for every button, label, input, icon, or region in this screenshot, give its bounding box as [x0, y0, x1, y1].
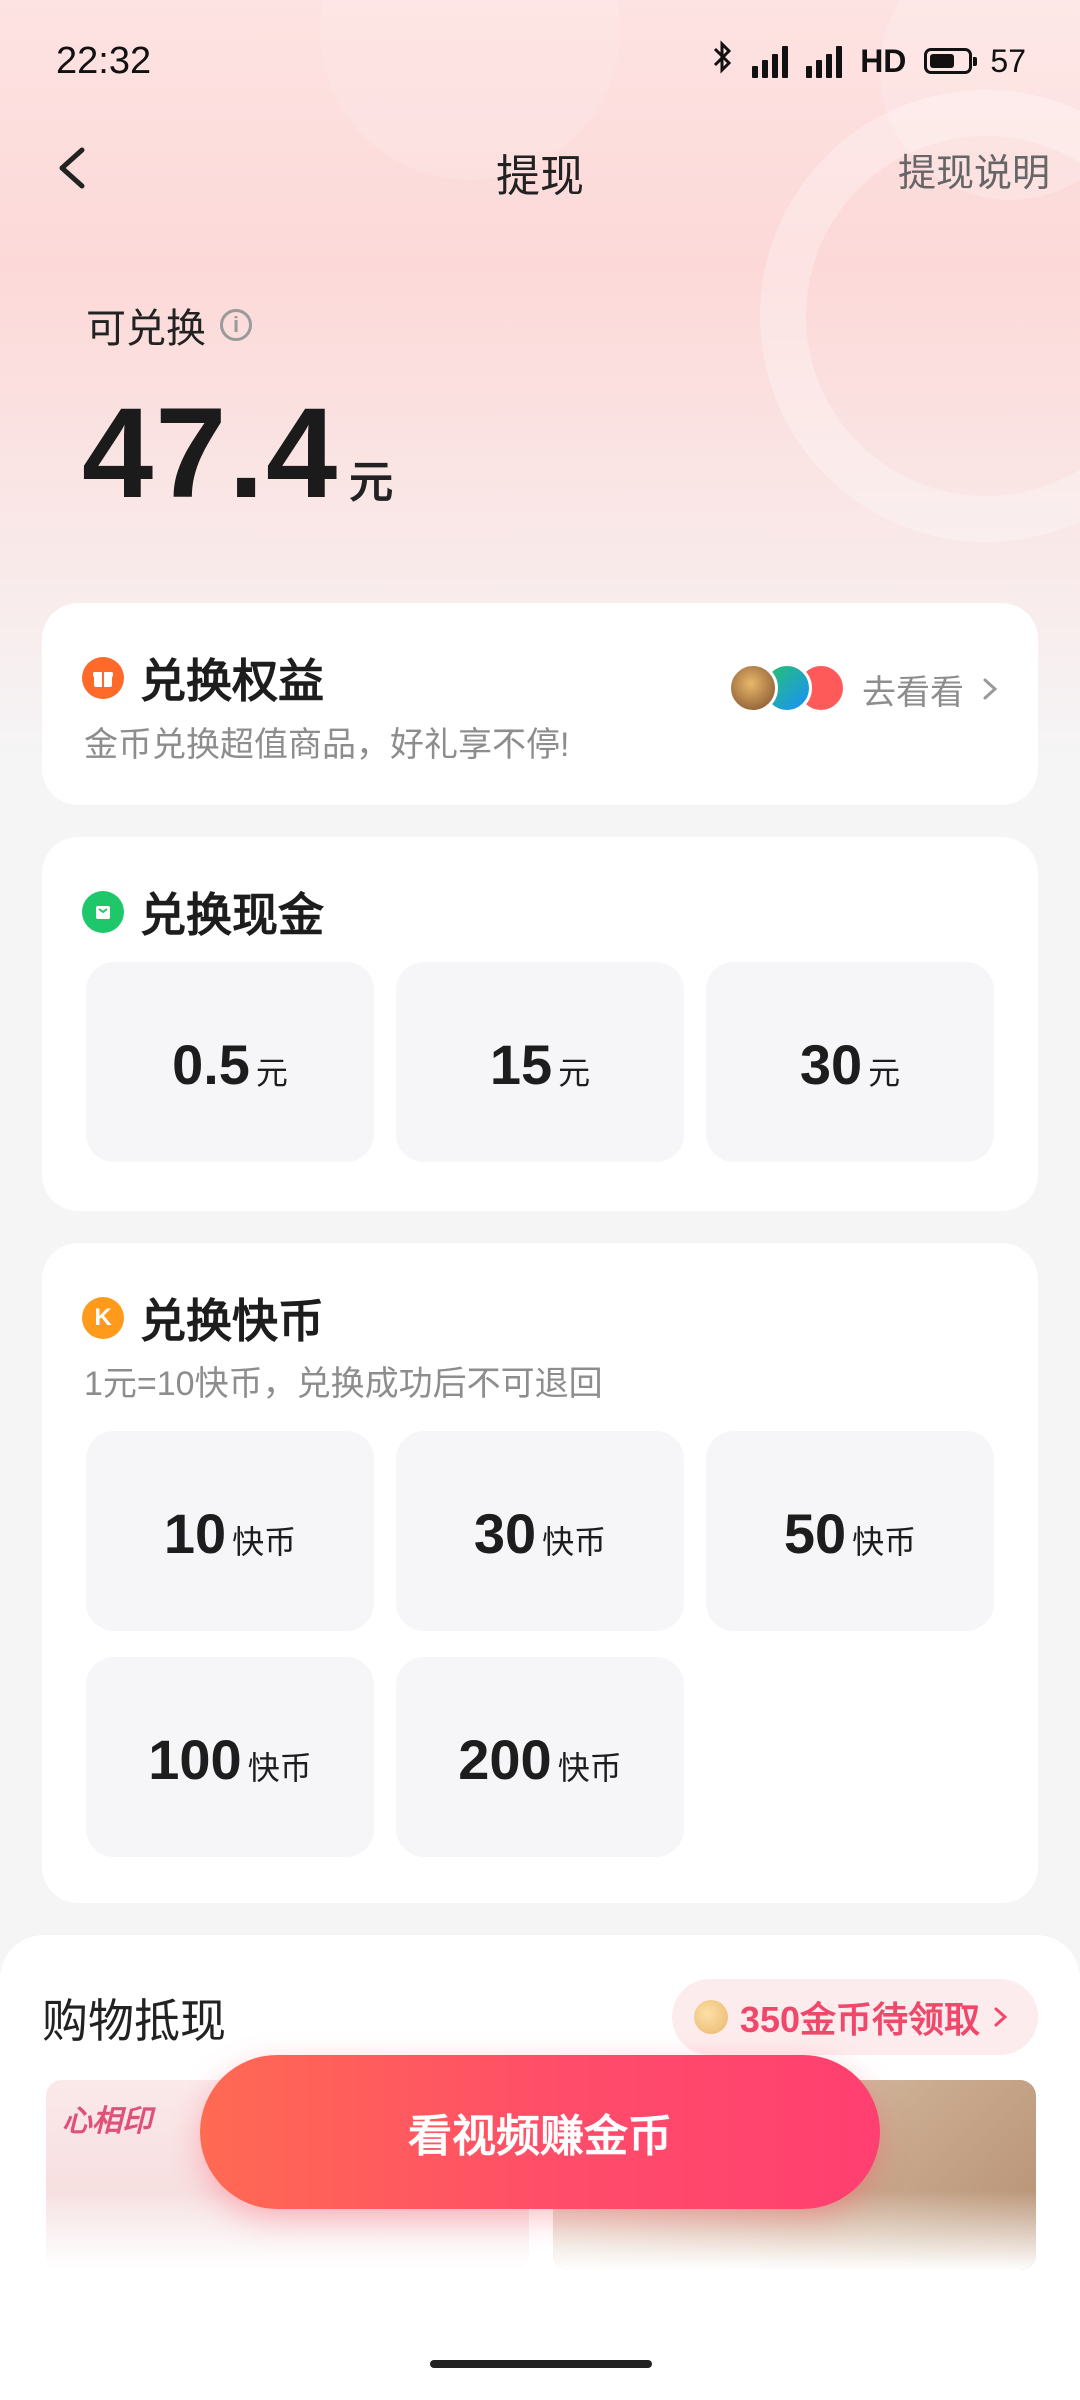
option-value: 100 — [148, 1728, 242, 1791]
cash-card: 兑换现金 0.5 元 15 元 30 元 — [42, 837, 1038, 1211]
signal-5g-icon — [752, 44, 789, 78]
balance-label-row: 可兑换 i — [86, 296, 252, 354]
kuaibi-option-30[interactable]: 30 快币 — [396, 1431, 684, 1631]
benefits-link[interactable]: 去看看 — [728, 663, 1000, 715]
coin-icon — [693, 2000, 728, 2034]
battery-icon — [924, 48, 978, 74]
option-unit: 快币 — [542, 1524, 607, 1560]
status-icons: HD 57 — [712, 40, 1026, 82]
bluetooth-icon — [712, 40, 734, 82]
brand-logo: 心相印 — [62, 2105, 152, 2138]
cash-title-row: 兑换现金 — [82, 879, 324, 945]
shopping-title: 购物抵现 — [42, 1995, 226, 2047]
game-avatar — [728, 663, 778, 713]
chevron-right-icon — [983, 678, 998, 700]
option-unit: 元 — [558, 1055, 591, 1091]
cash-option-15[interactable]: 15 元 — [396, 962, 684, 1162]
hd-label: HD — [860, 42, 907, 79]
kuaibi-option-50[interactable]: 50 快币 — [706, 1431, 994, 1631]
option-unit: 快币 — [557, 1750, 622, 1786]
option-value: 30 — [473, 1502, 537, 1565]
pending-coins-label: 350金币待领取 — [739, 1999, 980, 2040]
kuaibi-title: 兑换快币 — [140, 1295, 324, 1347]
option-unit: 快币 — [852, 1524, 917, 1560]
balance-label: 可兑换 — [86, 307, 206, 351]
option-value: 30 — [799, 1033, 863, 1096]
battery-level: 57 — [990, 42, 1026, 79]
pending-coins-button[interactable]: 350金币待领取 — [671, 1979, 1038, 2055]
benefits-link-label: 去看看 — [862, 673, 964, 712]
option-unit: 快币 — [232, 1524, 297, 1560]
home-indicator[interactable] — [430, 2360, 652, 2368]
option-value: 200 — [458, 1728, 552, 1791]
cash-option-30[interactable]: 30 元 — [706, 962, 994, 1162]
option-value: 15 — [489, 1033, 553, 1096]
kuaibi-subtitle: 1元=10快币，兑换成功后不可退回 — [84, 1365, 603, 1403]
kuaibi-option-200[interactable]: 200 快币 — [396, 1657, 684, 1857]
balance-unit: 元 — [349, 458, 394, 507]
signal-5g-secondary-icon — [806, 44, 843, 78]
status-time: 22:32 — [56, 40, 152, 82]
cash-option-0.5[interactable]: 0.5 元 — [86, 962, 374, 1162]
benefit-avatars — [728, 663, 846, 715]
option-unit: 元 — [255, 1055, 288, 1091]
benefits-card[interactable]: 兑换权益 金币兑换超值商品，好礼享不停! 去看看 — [42, 603, 1038, 805]
benefits-title-row: 兑换权益 — [82, 645, 324, 711]
option-value: 10 — [163, 1502, 227, 1565]
option-value: 50 — [783, 1502, 847, 1565]
benefits-subtitle: 金币兑换超值商品，好礼享不停! — [84, 726, 570, 764]
benefits-title: 兑换权益 — [140, 655, 324, 707]
kuaibi-card: K 兑换快币 1元=10快币，兑换成功后不可退回 10 快币 30 快币 50 … — [42, 1243, 1038, 1903]
kuaibi-option-100[interactable]: 100 快币 — [86, 1657, 374, 1857]
chevron-right-icon — [994, 2007, 1008, 2027]
cash-icon — [82, 891, 124, 933]
kuaibi-title-row: K 兑换快币 — [82, 1285, 324, 1351]
balance-amount: 47.4 — [82, 382, 340, 525]
gift-icon — [82, 657, 124, 699]
balance-display: 47.4 元 — [82, 380, 393, 527]
kuaibi-coin-icon: K — [82, 1297, 124, 1339]
status-bar: 22:32 HD 57 — [0, 0, 1080, 120]
option-unit: 快币 — [247, 1750, 312, 1786]
kuaibi-option-10[interactable]: 10 快币 — [86, 1431, 374, 1631]
watch-video-earn-coins-button[interactable]: 看视频赚金币 — [200, 2055, 880, 2209]
option-unit: 元 — [868, 1055, 901, 1091]
info-icon[interactable]: i — [220, 309, 252, 341]
option-value: 0.5 — [172, 1033, 250, 1096]
cash-title: 兑换现金 — [140, 889, 324, 941]
withdraw-help-link[interactable]: 提现说明 — [898, 142, 1050, 197]
